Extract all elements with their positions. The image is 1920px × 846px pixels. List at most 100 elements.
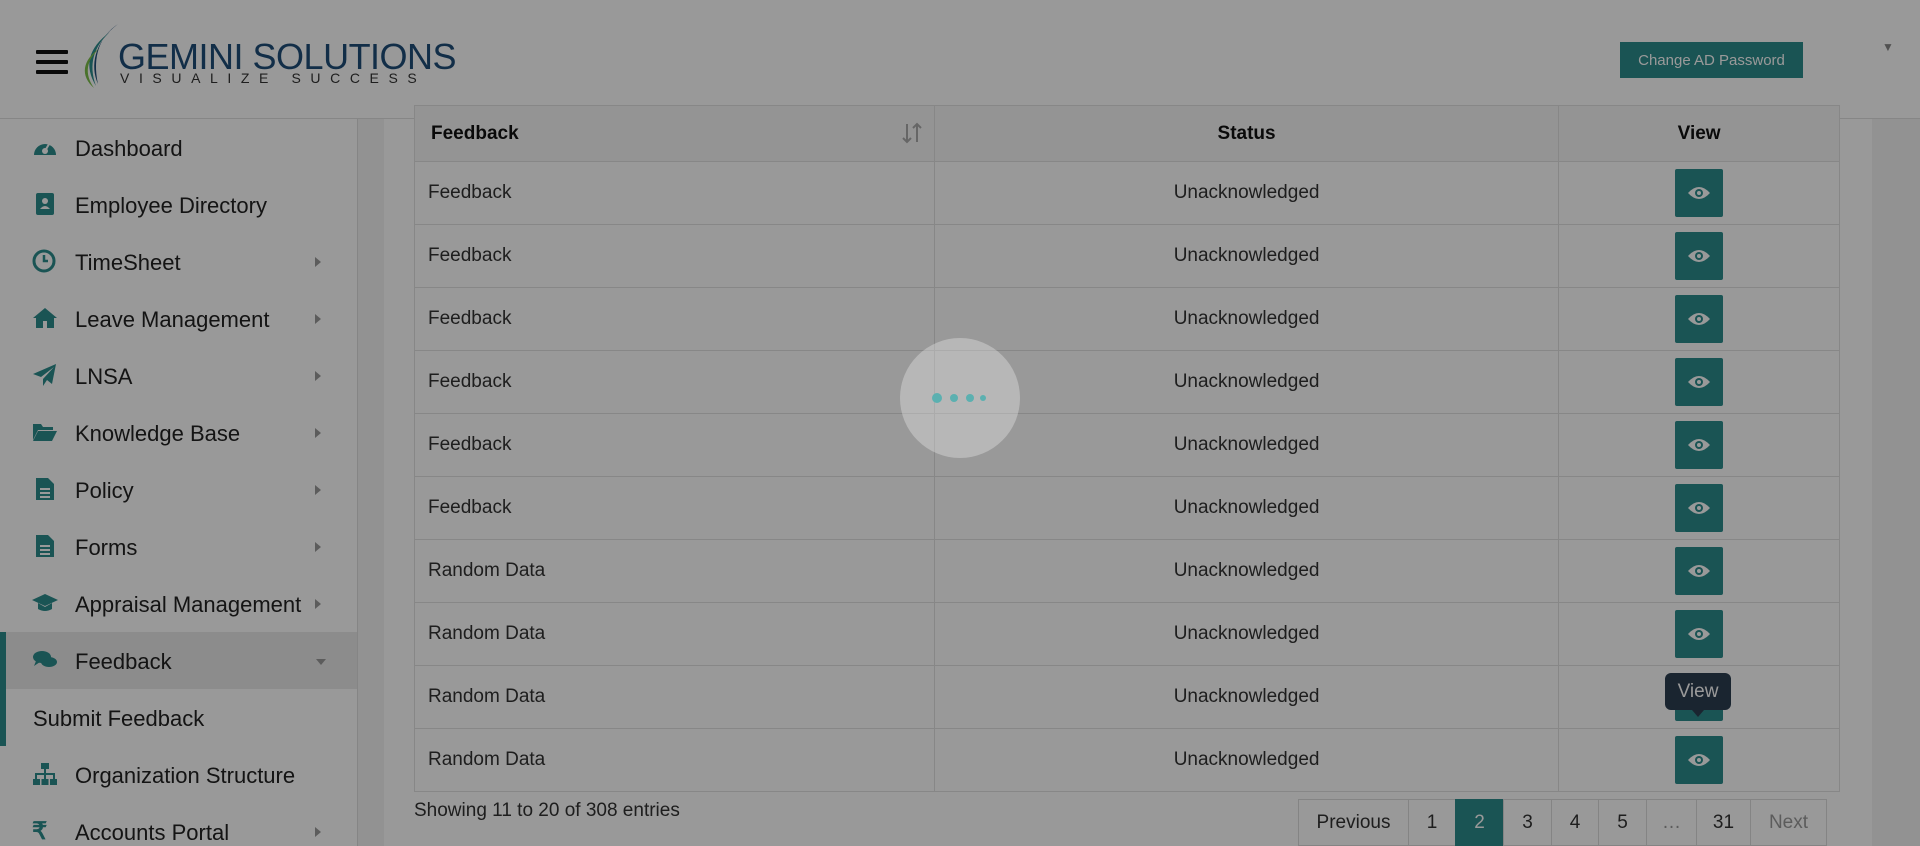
document-icon (36, 478, 54, 500)
sort-icon[interactable] (902, 122, 922, 144)
sidebar-item-timesheet[interactable]: TimeSheet (0, 233, 357, 290)
chevron-right-icon (315, 827, 321, 837)
feedback-cell: Random Data (414, 728, 935, 792)
status-cell: Unacknowledged (933, 350, 1560, 414)
status-cell: Unacknowledged (933, 539, 1560, 603)
view-button[interactable] (1675, 169, 1724, 217)
sidebar-item-label: Dashboard (75, 136, 183, 161)
home-icon (33, 308, 57, 328)
paper-plane-icon (33, 364, 56, 386)
pagination-page[interactable]: 5 (1598, 799, 1647, 846)
status-cell: Unacknowledged (933, 287, 1560, 351)
sidebar-item-label: Appraisal Management (75, 592, 302, 617)
column-header-label: Feedback (431, 122, 519, 144)
view-button[interactable] (1675, 295, 1724, 343)
column-header-view: View (1558, 105, 1840, 162)
status-cell: Unacknowledged (933, 224, 1560, 288)
sidebar-subitem-submit-feedback[interactable]: Submit Feedback (0, 689, 357, 746)
status-cell: Unacknowledged (933, 665, 1560, 729)
table-row: Random Data Unacknowledged (414, 539, 1840, 603)
table-row: Feedback Unacknowledged (414, 413, 1840, 477)
rupee-icon: ₹ (32, 818, 48, 845)
pagination-page[interactable]: 1 (1408, 799, 1456, 846)
sidebar: Dashboard Employee Directory TimeSheet L… (0, 119, 358, 846)
sidebar-item-forms[interactable]: Forms (0, 518, 357, 575)
chevron-right-icon (315, 428, 321, 438)
eye-icon (1688, 250, 1711, 262)
document-icon (36, 535, 54, 557)
view-button[interactable] (1675, 232, 1724, 280)
sidebar-subitem-label: Submit Feedback (33, 706, 205, 731)
status-cell: Unacknowledged (933, 602, 1560, 666)
gemini-solutions-logo[interactable]: GEMINI SOLUTIONS VISUALIZE SUCCESS (80, 22, 457, 92)
pagination-page[interactable]: 3 (1503, 799, 1552, 846)
pagination-previous-button[interactable]: Previous (1298, 799, 1409, 846)
sidebar-item-organization-structure[interactable]: Organization Structure (0, 746, 357, 803)
pagination-ellipsis: … (1646, 799, 1697, 846)
feedback-cell: Random Data (414, 665, 935, 729)
pagination-page[interactable]: 31 (1696, 799, 1751, 846)
sidebar-item-appraisal-management[interactable]: Appraisal Management (0, 575, 357, 632)
feedback-cell: Feedback (414, 161, 935, 225)
sidebar-item-label: Employee Directory (75, 193, 267, 218)
table-row: Feedback Unacknowledged (414, 161, 1840, 225)
column-header-status[interactable]: Status (933, 105, 1560, 162)
sidebar-item-label: Feedback (75, 649, 172, 674)
eye-icon (1688, 439, 1711, 451)
pagination-next-button[interactable]: Next (1750, 799, 1827, 846)
sitemap-icon (33, 763, 57, 785)
clock-icon (32, 249, 56, 273)
feedback-cell: Feedback (414, 350, 935, 414)
sidebar-item-feedback[interactable]: Feedback (0, 632, 357, 689)
view-cell (1558, 224, 1840, 288)
chevron-down-icon (316, 659, 326, 665)
view-button[interactable] (1675, 736, 1724, 784)
user-menu-caret-icon[interactable]: ▼ (1882, 40, 1894, 54)
sidebar-item-knowledge-base[interactable]: Knowledge Base (0, 404, 357, 461)
view-cell (1558, 602, 1840, 666)
feedback-cell: Random Data (414, 602, 935, 666)
status-cell: Unacknowledged (933, 413, 1560, 477)
loading-spinner-icon (900, 338, 1020, 458)
pagination-page[interactable]: 4 (1551, 799, 1599, 846)
eye-icon (1688, 187, 1711, 199)
view-cell (1558, 539, 1840, 603)
change-ad-password-button[interactable]: Change AD Password (1620, 42, 1803, 78)
eye-icon (1688, 376, 1711, 388)
view-cell (1558, 350, 1840, 414)
status-cell: Unacknowledged (933, 728, 1560, 792)
eye-icon (1688, 754, 1711, 766)
top-header: GEMINI SOLUTIONS VISUALIZE SUCCESS Chang… (0, 0, 1920, 119)
sidebar-item-employee-directory[interactable]: Employee Directory (0, 176, 357, 233)
chevron-right-icon (315, 314, 321, 324)
sidebar-item-lnsa[interactable]: LNSA (0, 347, 357, 404)
view-cell (1558, 476, 1840, 540)
table-row: Feedback Unacknowledged (414, 476, 1840, 540)
eye-icon (1688, 313, 1711, 325)
sidebar-item-label: Accounts Portal (75, 820, 230, 845)
sidebar-item-label: Policy (75, 478, 134, 503)
view-button[interactable] (1675, 610, 1724, 658)
graduation-cap-icon (32, 594, 58, 611)
entries-info: Showing 11 to 20 of 308 entries (414, 800, 680, 821)
sidebar-item-label: Leave Management (75, 307, 270, 332)
pagination-page-current[interactable]: 2 (1455, 799, 1504, 846)
view-button[interactable] (1675, 547, 1724, 595)
sidebar-item-policy[interactable]: Policy (0, 461, 357, 518)
hamburger-menu-icon[interactable] (36, 50, 68, 78)
table-row: Feedback Unacknowledged (414, 287, 1840, 351)
view-cell (1558, 728, 1840, 792)
sidebar-item-label: TimeSheet (75, 250, 181, 275)
feedback-table: Feedback Status View Feedback Unacknowled… (414, 105, 1840, 792)
view-button[interactable] (1675, 421, 1724, 469)
chevron-right-icon (315, 371, 321, 381)
view-button[interactable] (1675, 358, 1724, 406)
feedback-cell: Feedback (414, 413, 935, 477)
view-tooltip: View (1665, 673, 1731, 717)
view-button[interactable] (1675, 484, 1724, 532)
column-header-feedback[interactable]: Feedback (414, 105, 935, 162)
sidebar-item-leave-management[interactable]: Leave Management (0, 290, 357, 347)
sidebar-item-dashboard[interactable]: Dashboard (0, 119, 357, 176)
sidebar-item-accounts-portal[interactable]: ₹ Accounts Portal (0, 803, 357, 846)
table-row: Feedback Unacknowledged (414, 350, 1840, 414)
